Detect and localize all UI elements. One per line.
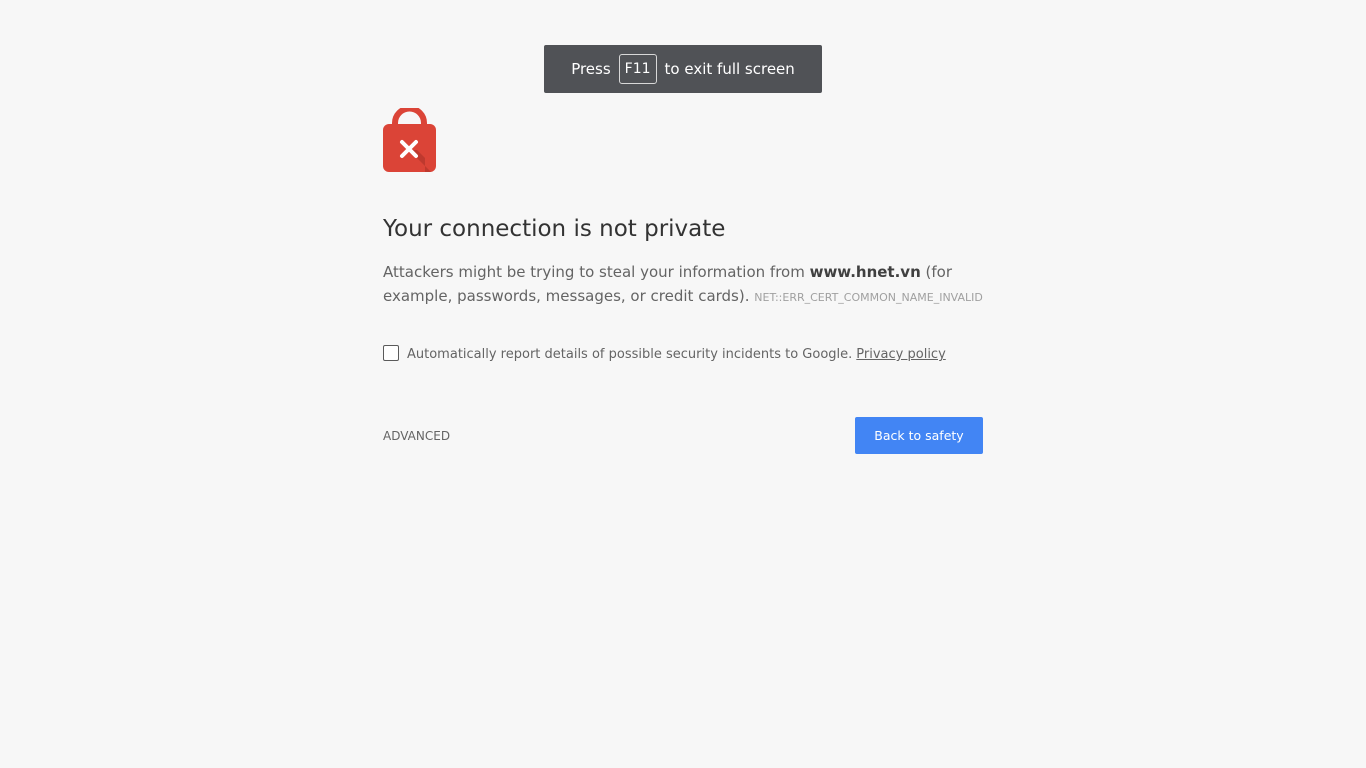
error-code: NET::ERR_CERT_COMMON_NAME_INVALID <box>754 291 983 304</box>
warning-message: Attackers might be trying to steal your … <box>383 260 983 310</box>
site-domain: www.hnet.vn <box>809 263 921 281</box>
report-checkbox[interactable] <box>383 344 399 361</box>
page-title: Your connection is not private <box>383 216 726 242</box>
toast-key-badge: F11 <box>618 54 657 84</box>
report-option-row: Automatically report details of possible… <box>383 344 983 362</box>
advanced-button[interactable]: ADVANCED <box>383 429 450 443</box>
interstitial-wrapper: Your connection is not private Attackers… <box>383 108 983 454</box>
toast-suffix: to exit full screen <box>664 60 795 78</box>
action-row: ADVANCED Back to safety <box>383 417 983 454</box>
toast-prefix: Press <box>571 60 611 78</box>
back-to-safety-button[interactable]: Back to safety <box>855 417 983 454</box>
privacy-policy-link[interactable]: Privacy policy <box>856 347 945 362</box>
message-text-before: Attackers might be trying to steal your … <box>383 263 810 281</box>
lock-error-icon <box>383 108 436 172</box>
fullscreen-exit-toast: Press F11 to exit full screen <box>544 45 822 93</box>
report-checkbox-label: Automatically report details of possible… <box>407 347 853 362</box>
